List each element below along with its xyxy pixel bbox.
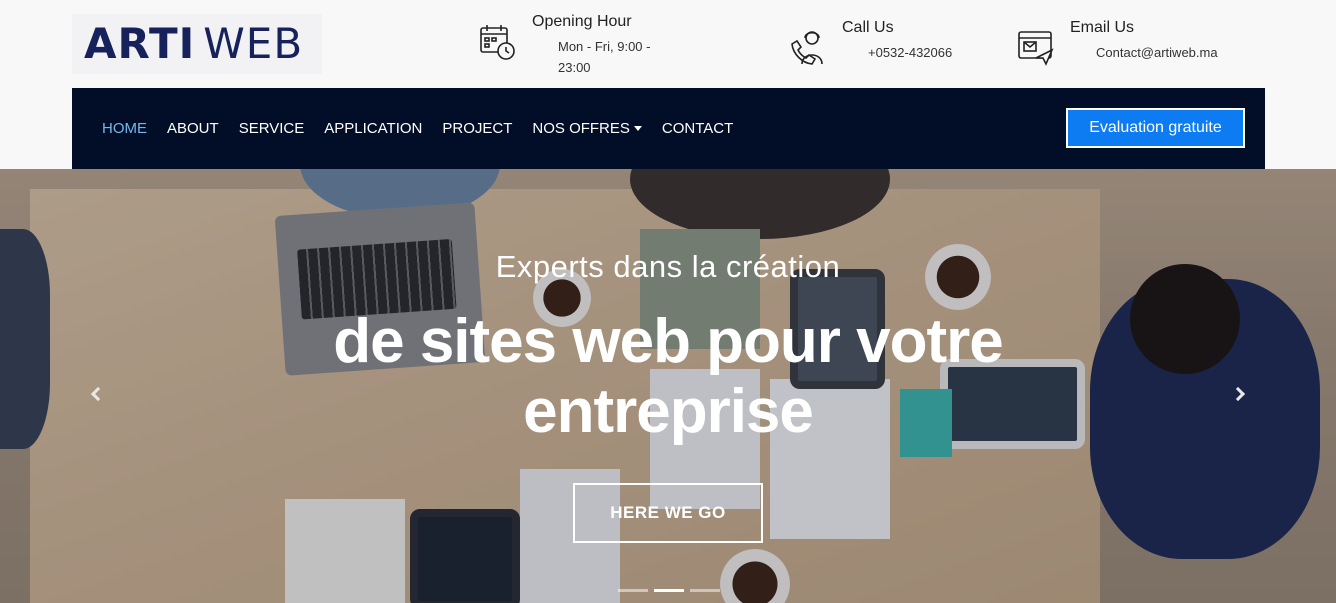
main-navigation: HOME ABOUT SERVICE APPLICATION PROJECT N… [72, 88, 1265, 169]
carousel-next-button[interactable] [1228, 383, 1248, 405]
hero-title: de sites web pour votre entreprise [333, 307, 1004, 446]
nav-item-application[interactable]: APPLICATION [324, 120, 422, 137]
hero-carousel: Experts dans la création de sites web po… [0, 169, 1336, 603]
logo-text-arti: ARTI [84, 19, 196, 68]
nav-item-project[interactable]: PROJECT [442, 120, 512, 137]
site-logo[interactable]: ARTI WEB [72, 14, 322, 74]
top-bar: ARTI WEB Opening Hour Mon - Fri, 9:00 - 2… [0, 0, 1336, 88]
support-agent-icon [791, 31, 823, 65]
email-us-title: Email Us [1070, 19, 1135, 36]
call-us-title: Call Us [842, 19, 894, 36]
carousel-indicator-3[interactable] [690, 589, 720, 592]
email-send-icon [1018, 31, 1054, 66]
carousel-indicator-1[interactable] [618, 589, 648, 592]
nav-item-nos-offres[interactable]: NOS OFFRES [532, 120, 642, 137]
chevron-left-icon [90, 386, 106, 402]
nav-menu: HOME ABOUT SERVICE APPLICATION PROJECT N… [102, 88, 753, 169]
opening-hour-info: Opening Hour Mon - Fri, 9:00 - 23:00 [478, 12, 678, 78]
nav-item-contact-label: CONTACT [661, 120, 734, 137]
carousel-prev-button[interactable] [88, 383, 108, 405]
calendar-clock-icon [480, 25, 515, 60]
nav-item-contact[interactable]: CONTACT [662, 120, 733, 137]
nav-item-nos-offres-label: NOS OFFRES [532, 120, 630, 137]
logo-text: ARTI WEB [84, 23, 303, 65]
carousel-indicators [618, 589, 726, 592]
call-us-info: Call Us +0532-432066 [788, 18, 952, 68]
nav-item-home[interactable]: HOME [102, 120, 147, 137]
call-us-value[interactable]: +0532-432066 [868, 42, 952, 63]
logo-text-web: WEB [203, 19, 304, 68]
chevron-right-icon [1230, 386, 1246, 402]
nav-item-home-label: HOME [102, 120, 147, 137]
hero-subtitle: Experts dans la création [495, 249, 841, 284]
email-us-value[interactable]: Contact@artiweb.ma [1096, 42, 1218, 63]
nav-item-about[interactable]: ABOUT [167, 120, 219, 137]
dropdown-caret-icon [633, 126, 642, 131]
nav-item-application-label: APPLICATION [324, 120, 423, 137]
nav-item-project-label: PROJECT [442, 120, 513, 137]
email-us-info: Email Us Contact@artiweb.ma [1016, 18, 1218, 68]
opening-hour-value: Mon - Fri, 9:00 - 23:00 [558, 39, 651, 75]
nav-item-service-label: SERVICE [238, 120, 305, 137]
nav-item-service[interactable]: SERVICE [239, 120, 305, 137]
free-evaluation-button[interactable]: Evaluation gratuite [1066, 108, 1245, 148]
carousel-indicator-2[interactable] [654, 589, 684, 592]
here-we-go-button[interactable]: HERE WE GO [573, 483, 763, 543]
opening-hour-title: Opening Hour [532, 13, 632, 30]
nav-item-about-label: ABOUT [167, 120, 219, 137]
